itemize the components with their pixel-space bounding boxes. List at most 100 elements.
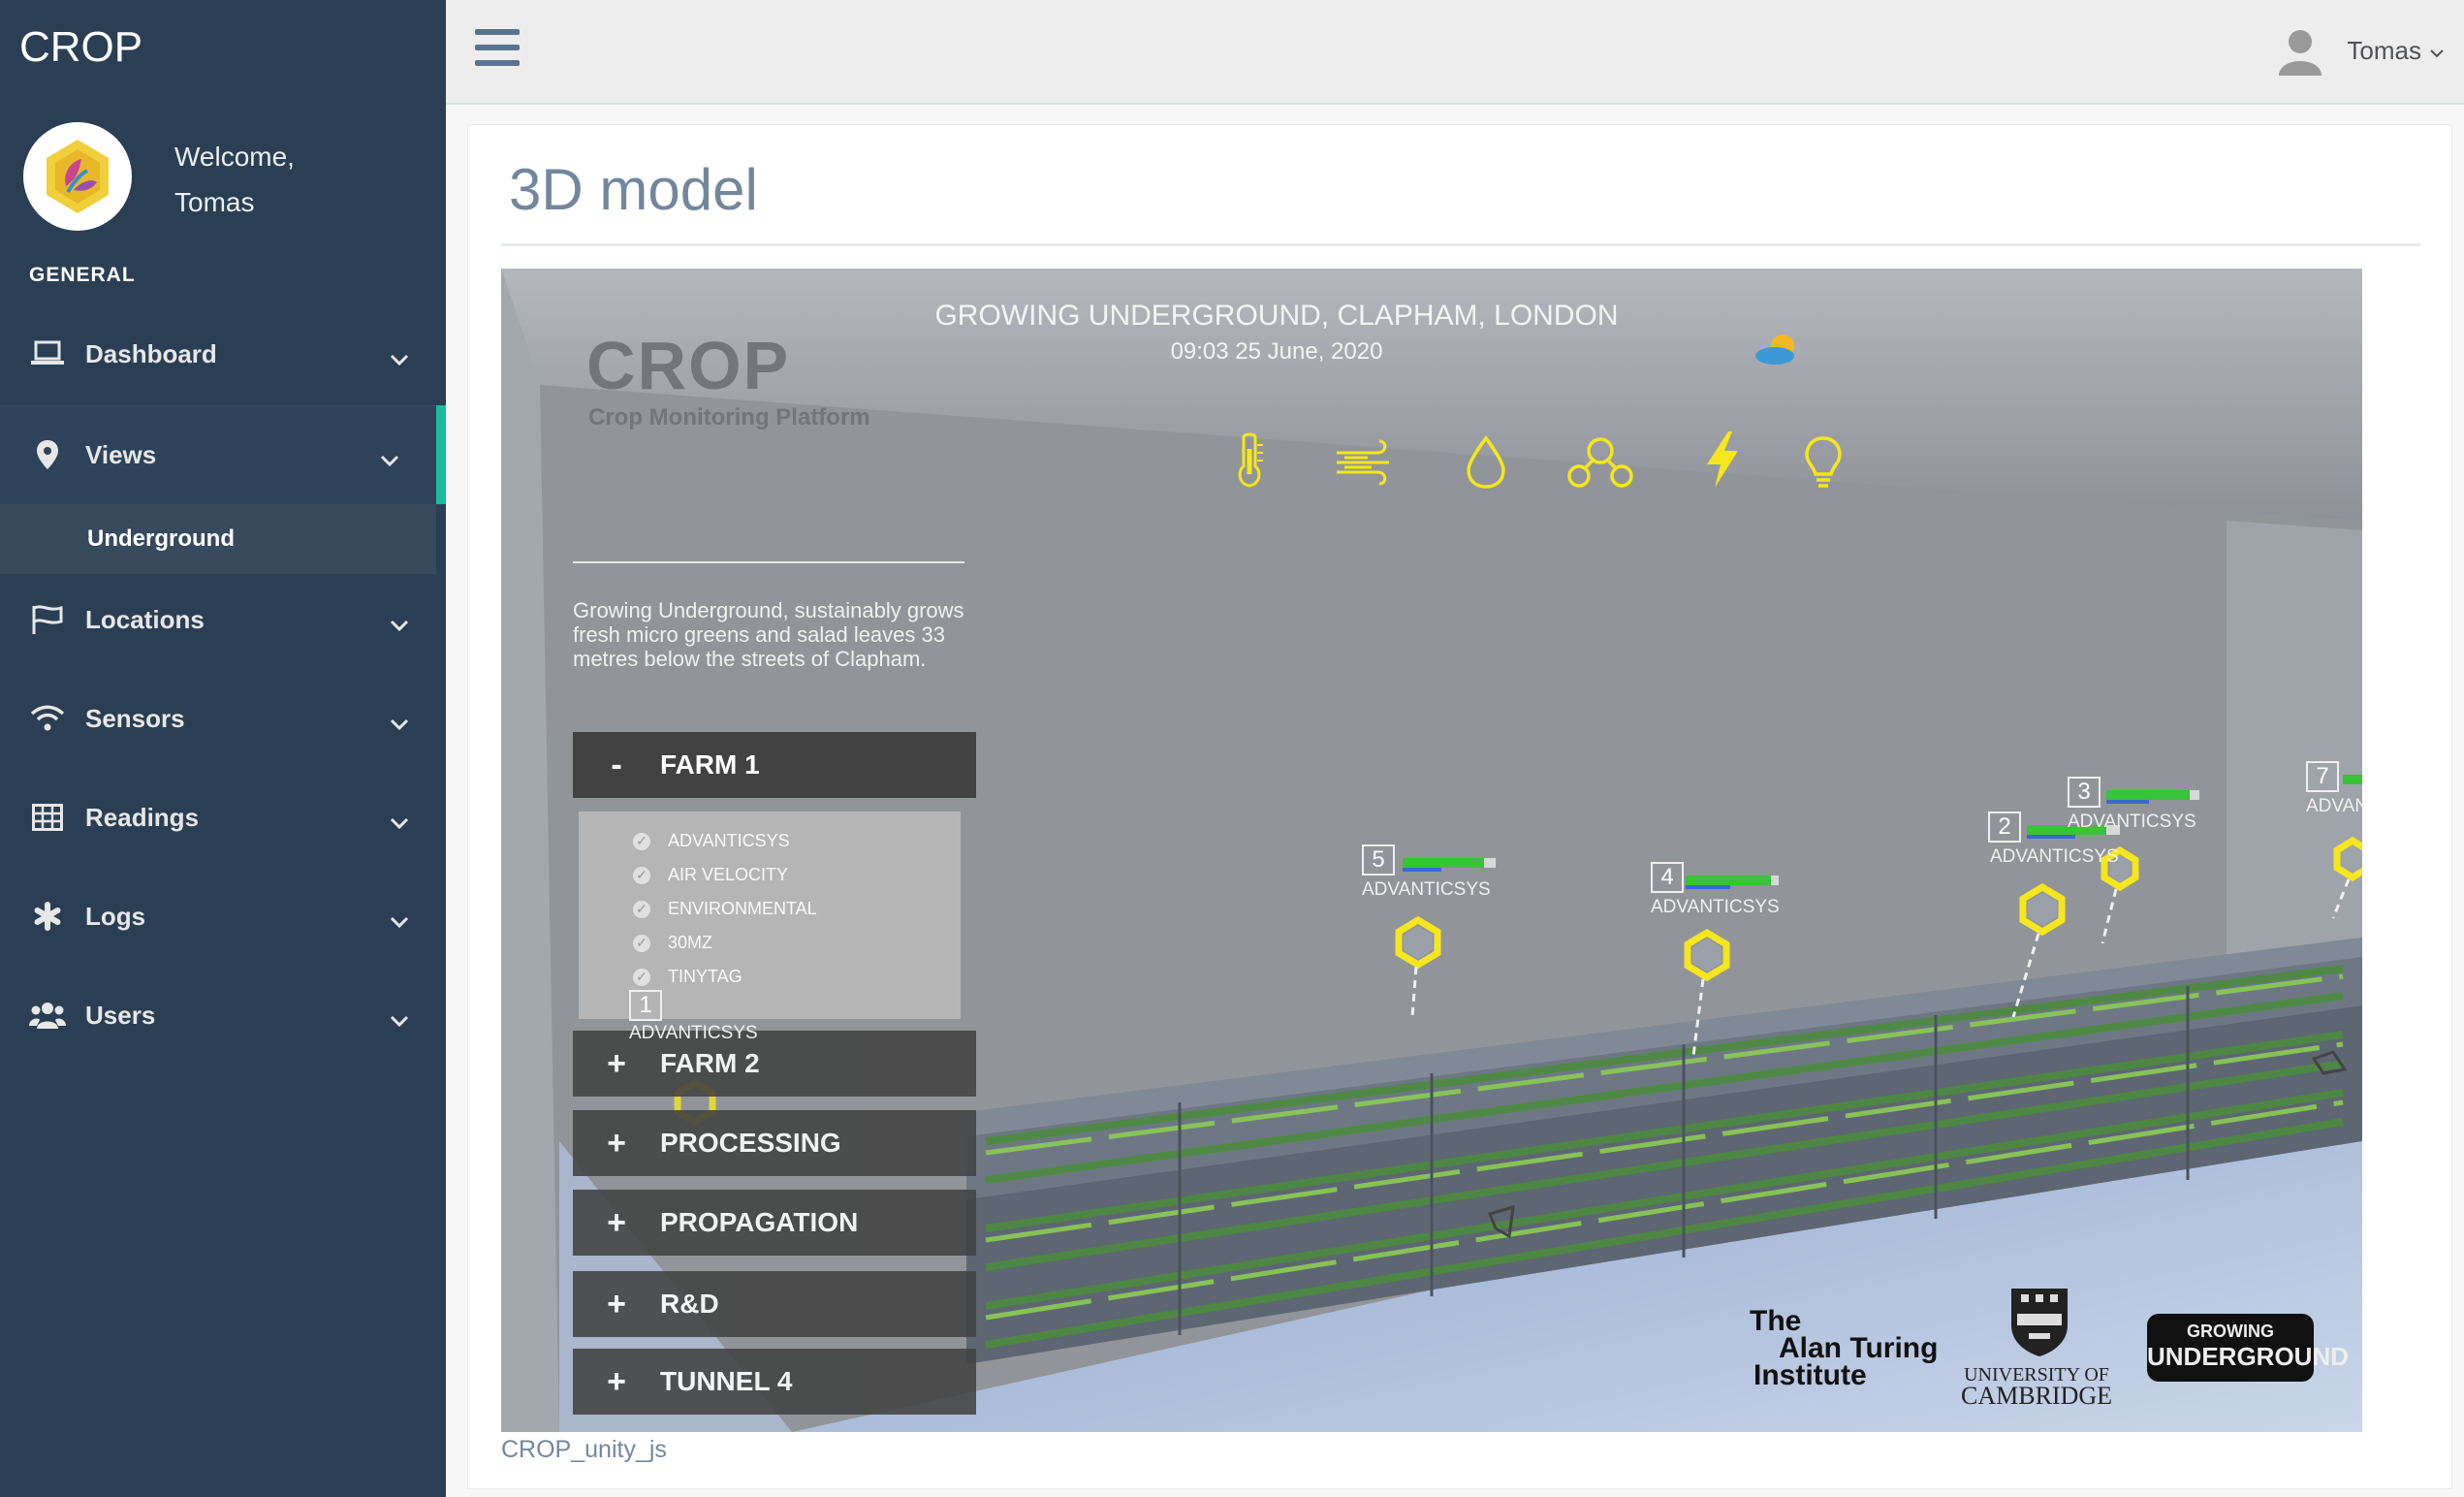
sidebar-item-label: Readings [85, 802, 200, 832]
unity-3d-viewer[interactable]: GROWING UNDERGROUND, CLAPHAM, LONDON 09:… [501, 269, 2362, 1432]
wind-icon[interactable] [1335, 439, 1397, 491]
section-farm-1[interactable]: - FARM 1 [573, 732, 976, 798]
section-label: TUNNEL 4 [660, 1366, 793, 1396]
check-icon: ✓ [633, 968, 650, 986]
nav-section-title: GENERAL [29, 264, 136, 286]
expand-icon: + [607, 1044, 626, 1082]
sensor-marker-3-label: ADVANTICSYS [2068, 812, 2196, 832]
welcome-text: Welcome, Tomas [174, 134, 295, 225]
sensor-marker-4-id[interactable]: 4 [1651, 862, 1684, 893]
users-icon [29, 999, 66, 1032]
chevron-down-icon [390, 807, 409, 837]
chevron-down-icon [390, 708, 409, 738]
sidebar-item-views[interactable]: Views [0, 405, 446, 504]
page-title: 3D model [509, 157, 758, 222]
sidebar-item-label: Logs [85, 901, 146, 931]
section-processing[interactable]: + PROCESSING [573, 1110, 976, 1176]
sensor-marker-7-id[interactable]: 7 [2306, 761, 2339, 792]
section-label: R&D [660, 1289, 719, 1319]
user-menu[interactable]: Tomas [2275, 25, 2445, 76]
sensor-marker-1-id[interactable]: 1 [629, 990, 662, 1021]
filter-environmental[interactable]: ✓ ENVIRONMENTAL [633, 899, 817, 919]
turing-logo-line: The [1750, 1305, 1802, 1337]
sidebar-item-label: Users [85, 1000, 156, 1030]
section-rnd[interactable]: + R&D [573, 1271, 976, 1337]
filter-label: 30MZ [668, 933, 713, 952]
filter-tinytag[interactable]: ✓ TINYTAG [633, 967, 742, 987]
sensor-marker-5-id[interactable]: 5 [1362, 844, 1395, 876]
sidebar-item-label: Views [85, 439, 157, 469]
energy-bolt-icon[interactable] [1701, 430, 1744, 494]
alan-turing-institute-logo: The Alan Turing Institute [1750, 1305, 1939, 1391]
viewer-description: Growing Underground, sustainably grows f… [573, 598, 964, 671]
section-propagation[interactable]: + PROPAGATION [573, 1190, 976, 1256]
expand-icon: + [607, 1362, 626, 1400]
title-divider [501, 243, 2420, 246]
sensor-marker-3-id[interactable]: 3 [2068, 777, 2101, 808]
section-label: PROPAGATION [660, 1207, 859, 1237]
filter-label: TINYTAG [668, 967, 742, 986]
expand-icon: + [607, 1203, 626, 1241]
sensor-marker-4-label: ADVANTICSYS [1651, 897, 1780, 917]
filter-advanticsys[interactable]: ✓ ADVANTICSYS [633, 831, 790, 851]
cambridge-crest-icon [2009, 1287, 2069, 1363]
viewer-brand-subtitle: Crop Monitoring Platform [588, 404, 870, 430]
chevron-down-icon [2429, 36, 2445, 66]
sidebar-item-label: Locations [85, 604, 205, 634]
sensor-marker-5-label: ADVANTICSYS [1362, 879, 1491, 900]
top-navbar: Tomas [446, 0, 2464, 105]
sensor-marker-1-label: ADVANTICSYS [629, 1023, 758, 1043]
viewer-divider [573, 561, 964, 563]
user-avatar-icon [2275, 25, 2325, 76]
sidebar-item-dashboard[interactable]: Dashboard [0, 304, 446, 403]
section-tunnel-4[interactable]: + TUNNEL 4 [573, 1349, 976, 1415]
check-icon: ✓ [633, 832, 650, 850]
user-menu-name: Tomas [2347, 35, 2421, 65]
viewer-caption: CROP_unity_js [501, 1436, 667, 1463]
chevron-down-icon [380, 444, 399, 474]
section-label: FARM 1 [660, 749, 760, 780]
map-marker-icon [29, 438, 66, 471]
sensor-marker-2-label: ADVANTICSYS [1990, 846, 2119, 867]
thermometer-icon[interactable] [1230, 431, 1269, 494]
sidebar-item-users[interactable]: Users [0, 966, 446, 1065]
humidity-drop-icon[interactable] [1465, 435, 1507, 494]
chevron-down-icon [390, 906, 409, 936]
filter-air-velocity[interactable]: ✓ AIR VELOCITY [633, 865, 788, 885]
viewer-brand: CROP [586, 328, 791, 403]
collapse-icon: - [611, 746, 622, 783]
sidebar-item-readings[interactable]: Readings [0, 768, 446, 867]
wifi-icon [29, 702, 66, 735]
cambridge-logo-line: CAMBRIDGE [1961, 1382, 2113, 1410]
co2-molecule-icon[interactable] [1565, 435, 1635, 494]
sensor-marker-7-label: ADVAN [2306, 796, 2362, 816]
check-icon: ✓ [633, 934, 650, 952]
avatar [23, 122, 132, 231]
light-bulb-icon[interactable] [1804, 435, 1843, 494]
welcome-label: Welcome, [174, 142, 295, 172]
sidebar-item-locations[interactable]: Locations [0, 570, 446, 669]
turing-logo-line: Institute [1753, 1359, 1867, 1391]
sensor-marker-2-id[interactable]: 2 [1988, 812, 2021, 843]
filter-label: AIR VELOCITY [668, 865, 789, 884]
sidebar-item-sensors[interactable]: Sensors [0, 669, 446, 768]
filter-label: ADVANTICSYS [668, 831, 790, 850]
menu-toggle-icon[interactable] [475, 29, 520, 68]
welcome-user-name: Tomas [174, 187, 255, 217]
check-icon: ✓ [633, 900, 650, 918]
gu-logo-line: UNDERGROUND [2147, 1342, 2349, 1371]
chevron-down-icon [390, 1004, 409, 1035]
sidebar-item-logs[interactable]: Logs [0, 867, 446, 966]
filter-30mz[interactable]: ✓ 30MZ [633, 933, 712, 953]
flag-icon [29, 603, 66, 636]
section-label: FARM 2 [660, 1048, 760, 1078]
university-of-cambridge-logo: UNIVERSITY OF CAMBRIDGE [1961, 1364, 2113, 1410]
sidebar: CROP Welcome, Tomas GENERAL Dashboard Vi… [0, 0, 446, 1497]
sidebar-item-label: Sensors [85, 703, 185, 733]
turing-logo-line: Alan Turing [1779, 1332, 1939, 1364]
content-panel: 3D model GROWING UNDERGROUND, CLAPHAM, L… [467, 124, 2452, 1489]
sidebar-subitem-underground[interactable]: Underground [0, 504, 436, 574]
check-icon: ✓ [633, 866, 650, 884]
app-brand[interactable]: CROP [19, 23, 142, 72]
laptop-icon [29, 337, 66, 370]
